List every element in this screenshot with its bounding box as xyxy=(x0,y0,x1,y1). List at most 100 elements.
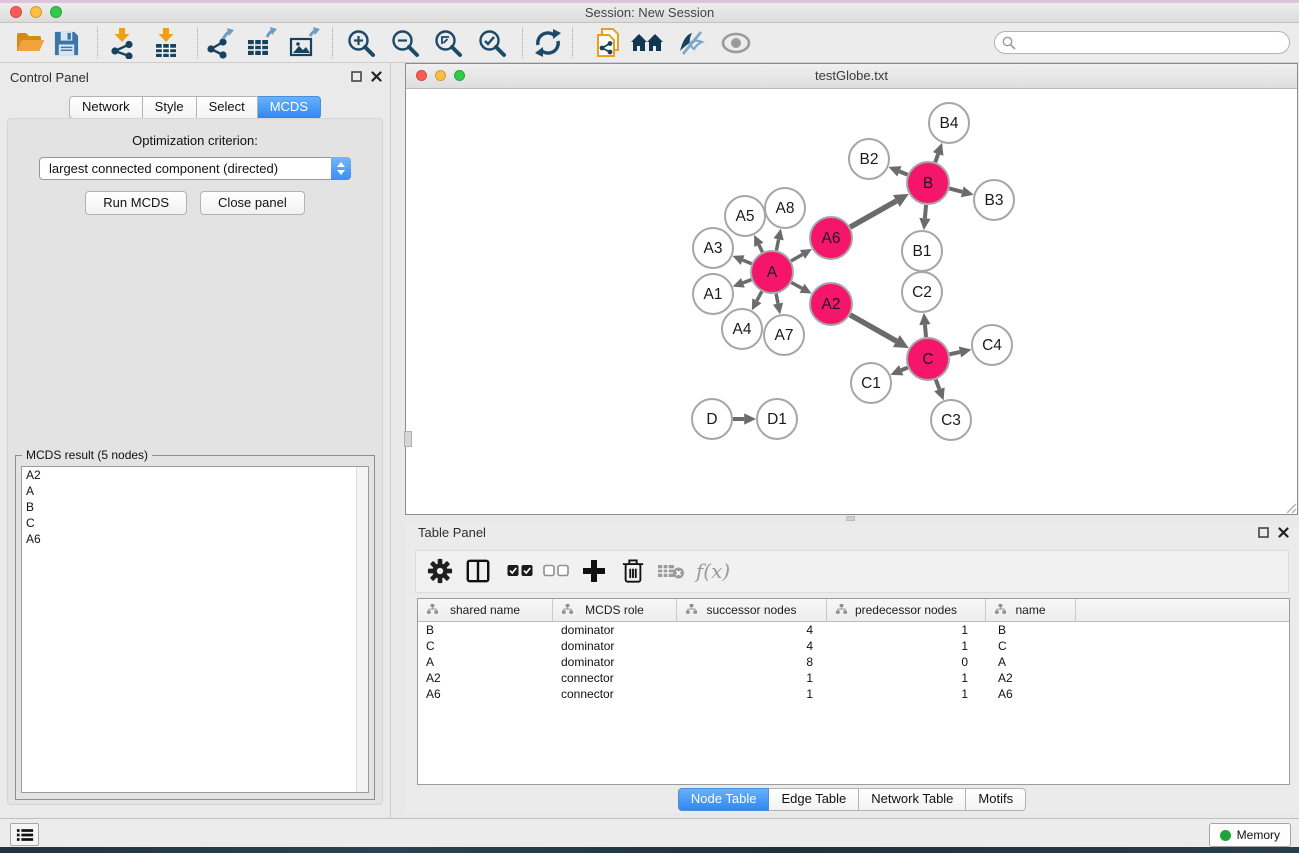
column-header-name[interactable]: name xyxy=(986,599,1076,621)
task-history-button[interactable] xyxy=(10,823,39,846)
graph-node-A6[interactable]: A6 xyxy=(810,217,852,259)
float-panel-icon[interactable] xyxy=(1258,527,1269,538)
table-cell[interactable]: 1 xyxy=(827,670,986,686)
table-cell[interactable]: dominator xyxy=(553,622,677,638)
import-table-icon[interactable] xyxy=(148,27,184,59)
graph-node-A1[interactable]: A1 xyxy=(693,274,733,314)
table-cell[interactable]: 0 xyxy=(827,654,986,670)
float-panel-icon[interactable] xyxy=(351,71,362,82)
resize-grip-icon[interactable] xyxy=(1283,500,1297,514)
table-cell[interactable]: dominator xyxy=(553,654,677,670)
tab-mcds[interactable]: MCDS xyxy=(258,96,321,119)
split-handle[interactable] xyxy=(404,431,412,447)
search-input[interactable] xyxy=(1019,34,1283,50)
table-cell[interactable]: 1 xyxy=(827,638,986,654)
graph-edge-A-A4[interactable] xyxy=(757,291,762,300)
table-cell[interactable]: 1 xyxy=(677,686,827,702)
home-layout-icon[interactable] xyxy=(629,27,665,59)
zoom-selected-icon[interactable] xyxy=(474,27,510,59)
table-cell[interactable]: 8 xyxy=(677,654,827,670)
show-graphics-details-icon[interactable] xyxy=(718,27,754,59)
graph-edge-C-C3[interactable] xyxy=(936,380,940,390)
close-panel-button[interactable]: Close panel xyxy=(200,191,305,215)
table-cell[interactable]: B xyxy=(418,622,553,638)
column-header-MCDS-role[interactable]: MCDS role xyxy=(553,599,677,621)
graph-node-B3[interactable]: B3 xyxy=(974,180,1014,220)
graph-edge-A-A1[interactable] xyxy=(743,280,751,283)
column-header-predecessor-nodes[interactable]: predecessor nodes xyxy=(827,599,986,621)
graph-node-B4[interactable]: B4 xyxy=(929,103,969,143)
graph-edge-C-C1[interactable] xyxy=(901,368,907,371)
table-cell[interactable]: connector xyxy=(553,670,677,686)
import-network-icon[interactable] xyxy=(104,27,140,59)
table-cell[interactable]: 4 xyxy=(677,622,827,638)
tab-node-table[interactable]: Node Table xyxy=(678,788,770,811)
zoom-in-icon[interactable] xyxy=(343,27,379,59)
graph-edge-B-B2[interactable] xyxy=(899,171,907,174)
table-row[interactable]: Adominator80A xyxy=(418,654,1289,670)
graph-edge-C-C4[interactable] xyxy=(949,352,959,354)
mcds-result-item[interactable]: A6 xyxy=(22,531,368,547)
graph-edge-A-A7[interactable] xyxy=(776,294,778,304)
run-mcds-button[interactable]: Run MCDS xyxy=(85,191,187,215)
create-column-icon[interactable] xyxy=(578,556,610,586)
graph-edge-A-A5[interactable] xyxy=(759,245,763,252)
zoom-fit-icon[interactable] xyxy=(430,27,466,59)
table-row[interactable]: Bdominator41B xyxy=(418,622,1289,638)
graph-node-A5[interactable]: A5 xyxy=(725,196,765,236)
table-cell[interactable]: A2 xyxy=(418,670,553,686)
criterion-select[interactable]: largest connected component (directed) xyxy=(39,157,351,180)
table-row[interactable]: Cdominator41C xyxy=(418,638,1289,654)
graph-node-B2[interactable]: B2 xyxy=(849,139,889,179)
refresh-view-icon[interactable] xyxy=(530,27,566,59)
mcds-result-item[interactable]: A2 xyxy=(22,467,368,483)
deselect-all-icon[interactable] xyxy=(540,556,572,586)
memory-button[interactable]: Memory xyxy=(1209,823,1291,847)
table-cell[interactable]: 1 xyxy=(827,686,986,702)
graph-edge-A-A8[interactable] xyxy=(776,239,778,250)
graph-edge-A-A2[interactable] xyxy=(791,282,802,288)
graph-edge-C-C2[interactable] xyxy=(925,325,926,337)
export-network-icon[interactable] xyxy=(201,27,237,59)
graph-node-A2[interactable]: A2 xyxy=(810,283,852,325)
graph-node-A4[interactable]: A4 xyxy=(722,309,762,349)
zoom-out-icon[interactable] xyxy=(387,27,423,59)
graph-node-B1[interactable]: B1 xyxy=(902,231,942,271)
graph-edge-B-B1[interactable] xyxy=(925,205,926,218)
table-cell[interactable]: 4 xyxy=(677,638,827,654)
table-cell[interactable]: B xyxy=(986,622,1076,638)
table-cell[interactable]: 1 xyxy=(677,670,827,686)
node-table[interactable]: shared nameMCDS rolesuccessor nodesprede… xyxy=(417,598,1290,785)
table-mode-gear-icon[interactable] xyxy=(424,556,456,586)
graph-edge-A-A6[interactable] xyxy=(791,254,802,261)
graph-edge-B-B4[interactable] xyxy=(935,154,938,162)
mcds-result-list[interactable]: A2ABCA6 xyxy=(21,466,369,793)
close-panel-icon[interactable] xyxy=(371,71,382,82)
graph-node-D[interactable]: D xyxy=(692,399,732,439)
graph-node-B[interactable]: B xyxy=(907,162,949,204)
table-row[interactable]: A6connector11A6 xyxy=(418,686,1289,702)
graph-node-A[interactable]: A xyxy=(751,251,793,293)
close-panel-icon[interactable] xyxy=(1278,527,1289,538)
graph-edge-A2-C[interactable] xyxy=(850,315,896,341)
table-cell[interactable]: connector xyxy=(553,686,677,702)
export-image-icon[interactable] xyxy=(286,27,322,59)
table-cell[interactable]: dominator xyxy=(553,638,677,654)
graph-node-C2[interactable]: C2 xyxy=(902,272,942,312)
open-session-icon[interactable] xyxy=(12,27,48,59)
table-cell[interactable]: A xyxy=(986,654,1076,670)
tab-select[interactable]: Select xyxy=(197,96,258,119)
save-session-icon[interactable] xyxy=(48,27,84,59)
graph-node-C4[interactable]: C4 xyxy=(972,325,1012,365)
tab-network[interactable]: Network xyxy=(69,96,143,119)
network-graph[interactable]: B4B2BB3A5A8A6A3B1AC2A1A2A4A7C4CC1C3DD1 xyxy=(406,89,1297,514)
tab-edge-table[interactable]: Edge Table xyxy=(769,788,859,811)
function-builder-icon[interactable]: f(x) xyxy=(697,556,729,586)
table-row[interactable]: A2connector11A2 xyxy=(418,670,1289,686)
column-display-icon[interactable] xyxy=(462,556,494,586)
mcds-result-item[interactable]: B xyxy=(22,499,368,515)
table-cell[interactable]: C xyxy=(418,638,553,654)
tab-motifs[interactable]: Motifs xyxy=(966,788,1026,811)
clone-network-icon[interactable] xyxy=(590,27,626,59)
column-header-successor-nodes[interactable]: successor nodes xyxy=(677,599,827,621)
